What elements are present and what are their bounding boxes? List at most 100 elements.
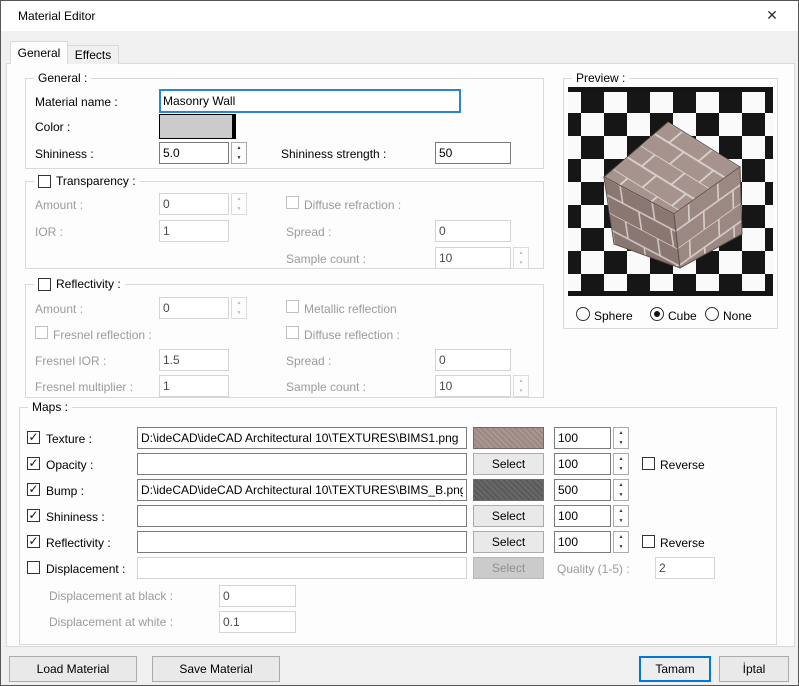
reflectivity-group-title: Reflectivity : bbox=[56, 277, 121, 291]
transparency-spread-input[interactable] bbox=[435, 220, 511, 242]
diffuse-reflection-checkbox[interactable] bbox=[286, 326, 299, 339]
spinner-down-icon[interactable]: ▼ bbox=[614, 516, 628, 526]
reflectivity-reverse-checkbox[interactable] bbox=[642, 535, 655, 548]
spinner-up-icon[interactable]: ▲ bbox=[614, 532, 628, 542]
reflectivity-path-input[interactable] bbox=[137, 531, 467, 553]
spinner-down-icon[interactable]: ▼ bbox=[614, 438, 628, 448]
shininess-strength-input[interactable] bbox=[435, 142, 511, 164]
sphere-radio-label: Sphere bbox=[594, 309, 633, 323]
spinner-down-icon[interactable]: ▼ bbox=[614, 542, 628, 552]
spinner-up-icon[interactable]: ▲ bbox=[614, 506, 628, 516]
spinner-up-icon[interactable]: ▲ bbox=[614, 480, 628, 490]
bump-map-checkbox[interactable]: ✓ bbox=[27, 483, 40, 496]
shininess-path-input[interactable] bbox=[137, 505, 467, 527]
reflectivity-map-amount-input[interactable] bbox=[554, 531, 611, 553]
transparency-amount-spinner[interactable]: ▲▼ bbox=[231, 193, 247, 215]
reflectivity-amount-label: Amount : bbox=[35, 302, 83, 316]
check-icon: ✓ bbox=[28, 535, 38, 547]
spinner-up-icon[interactable]: ▲ bbox=[614, 454, 628, 464]
reflectivity-select-button[interactable]: Select bbox=[473, 531, 544, 553]
texture-map-checkbox[interactable]: ✓ bbox=[27, 431, 40, 444]
check-icon: ✓ bbox=[28, 483, 38, 495]
texture-preview-swatch[interactable] bbox=[473, 427, 544, 449]
load-material-button[interactable]: Load Material bbox=[9, 656, 137, 682]
diffuse-refraction-label: Diffuse refraction : bbox=[304, 198, 401, 212]
ok-button[interactable]: Tamam bbox=[639, 656, 711, 682]
shininess-map-amount-input[interactable] bbox=[554, 505, 611, 527]
sphere-radio[interactable] bbox=[576, 307, 590, 321]
opacity-reverse-checkbox[interactable] bbox=[642, 457, 655, 470]
fresnel-reflection-checkbox[interactable] bbox=[35, 326, 48, 339]
fresnel-ior-input[interactable] bbox=[159, 349, 229, 371]
spinner-up-icon[interactable]: ▲ bbox=[232, 298, 246, 308]
none-radio[interactable] bbox=[705, 307, 719, 321]
spinner-down-icon[interactable]: ▼ bbox=[614, 464, 628, 474]
spinner-down-icon[interactable]: ▼ bbox=[614, 490, 628, 500]
transparency-checkbox[interactable] bbox=[38, 175, 51, 188]
transparency-sample-count-input[interactable] bbox=[435, 247, 511, 269]
reflectivity-map-checkbox[interactable]: ✓ bbox=[27, 535, 40, 548]
texture-path-input[interactable] bbox=[137, 427, 467, 449]
tab-general[interactable]: General bbox=[10, 41, 68, 64]
bump-preview-swatch[interactable] bbox=[473, 479, 544, 501]
tab-effects[interactable]: Effects bbox=[68, 45, 119, 64]
ior-input[interactable] bbox=[159, 220, 229, 242]
spinner-up-icon[interactable]: ▲ bbox=[514, 376, 528, 386]
displacement-path-input[interactable] bbox=[137, 557, 467, 579]
reflectivity-sample-count-input[interactable] bbox=[435, 375, 511, 397]
cancel-button[interactable]: İptal bbox=[719, 656, 789, 682]
bump-path-input[interactable] bbox=[137, 479, 467, 501]
spinner-down-icon[interactable]: ▼ bbox=[232, 204, 246, 214]
color-swatch-button[interactable] bbox=[159, 114, 233, 139]
spinner-up-icon[interactable]: ▲ bbox=[514, 248, 528, 258]
spinner-up-icon[interactable]: ▲ bbox=[232, 194, 246, 204]
texture-amount-input[interactable] bbox=[554, 427, 611, 449]
metallic-reflection-checkbox[interactable] bbox=[286, 300, 299, 313]
texture-amount-spinner[interactable]: ▲▼ bbox=[613, 427, 629, 449]
transparency-sample-count-spinner[interactable]: ▲▼ bbox=[513, 247, 529, 269]
reflectivity-sample-count-spinner[interactable]: ▲▼ bbox=[513, 375, 529, 397]
reflectivity-map-amount-spinner[interactable]: ▲▼ bbox=[613, 531, 629, 553]
reflectivity-amount-spinner[interactable]: ▲▼ bbox=[231, 297, 247, 319]
close-icon[interactable]: ✕ bbox=[752, 1, 792, 30]
shininess-map-checkbox[interactable]: ✓ bbox=[27, 509, 40, 522]
spinner-down-icon[interactable]: ▼ bbox=[514, 386, 528, 396]
opacity-amount-input[interactable] bbox=[554, 453, 611, 475]
fresnel-reflection-label: Fresnel reflection : bbox=[53, 328, 152, 342]
save-material-button[interactable]: Save Material bbox=[152, 656, 280, 682]
material-name-input[interactable] bbox=[159, 89, 461, 113]
spinner-up-icon[interactable]: ▲ bbox=[614, 428, 628, 438]
reflectivity-checkbox[interactable] bbox=[38, 278, 51, 291]
bump-amount-spinner[interactable]: ▲▼ bbox=[613, 479, 629, 501]
spinner-up-icon[interactable]: ▲ bbox=[232, 143, 246, 153]
cube-radio-label: Cube bbox=[668, 309, 697, 323]
spinner-down-icon[interactable]: ▼ bbox=[514, 258, 528, 268]
reflectivity-sample-count-label: Sample count : bbox=[286, 380, 366, 394]
opacity-select-button[interactable]: Select bbox=[473, 453, 544, 475]
bump-map-label: Bump : bbox=[46, 484, 84, 498]
diffuse-refraction-checkbox[interactable] bbox=[286, 196, 299, 209]
reflectivity-spread-input[interactable] bbox=[435, 349, 511, 371]
shininess-spinner[interactable]: ▲▼ bbox=[231, 142, 247, 164]
opacity-path-input[interactable] bbox=[137, 453, 467, 475]
shininess-map-amount-spinner[interactable]: ▲▼ bbox=[613, 505, 629, 527]
cube-radio[interactable] bbox=[650, 307, 664, 321]
fresnel-multiplier-input[interactable] bbox=[159, 375, 229, 397]
diffuse-reflection-label: Diffuse reflection : bbox=[304, 328, 400, 342]
opacity-amount-spinner[interactable]: ▲▼ bbox=[613, 453, 629, 475]
transparency-amount-input[interactable] bbox=[159, 193, 229, 215]
displacement-map-checkbox[interactable] bbox=[27, 561, 40, 574]
displacement-at-white-input[interactable] bbox=[219, 611, 296, 633]
opacity-map-checkbox[interactable]: ✓ bbox=[27, 457, 40, 470]
shininess-select-button[interactable]: Select bbox=[473, 505, 544, 527]
bump-amount-input[interactable] bbox=[554, 479, 611, 501]
spinner-down-icon[interactable]: ▼ bbox=[232, 153, 246, 163]
spinner-down-icon[interactable]: ▼ bbox=[232, 308, 246, 318]
metallic-reflection-label: Metallic reflection bbox=[304, 302, 397, 316]
quality-input[interactable] bbox=[655, 557, 715, 579]
reflectivity-amount-input[interactable] bbox=[159, 297, 229, 319]
displacement-at-black-input[interactable] bbox=[219, 585, 296, 607]
material-editor-dialog: Material Editor ✕ General Effects Genera… bbox=[0, 0, 799, 686]
shininess-input[interactable] bbox=[159, 142, 229, 164]
transparency-amount-label: Amount : bbox=[35, 198, 83, 212]
